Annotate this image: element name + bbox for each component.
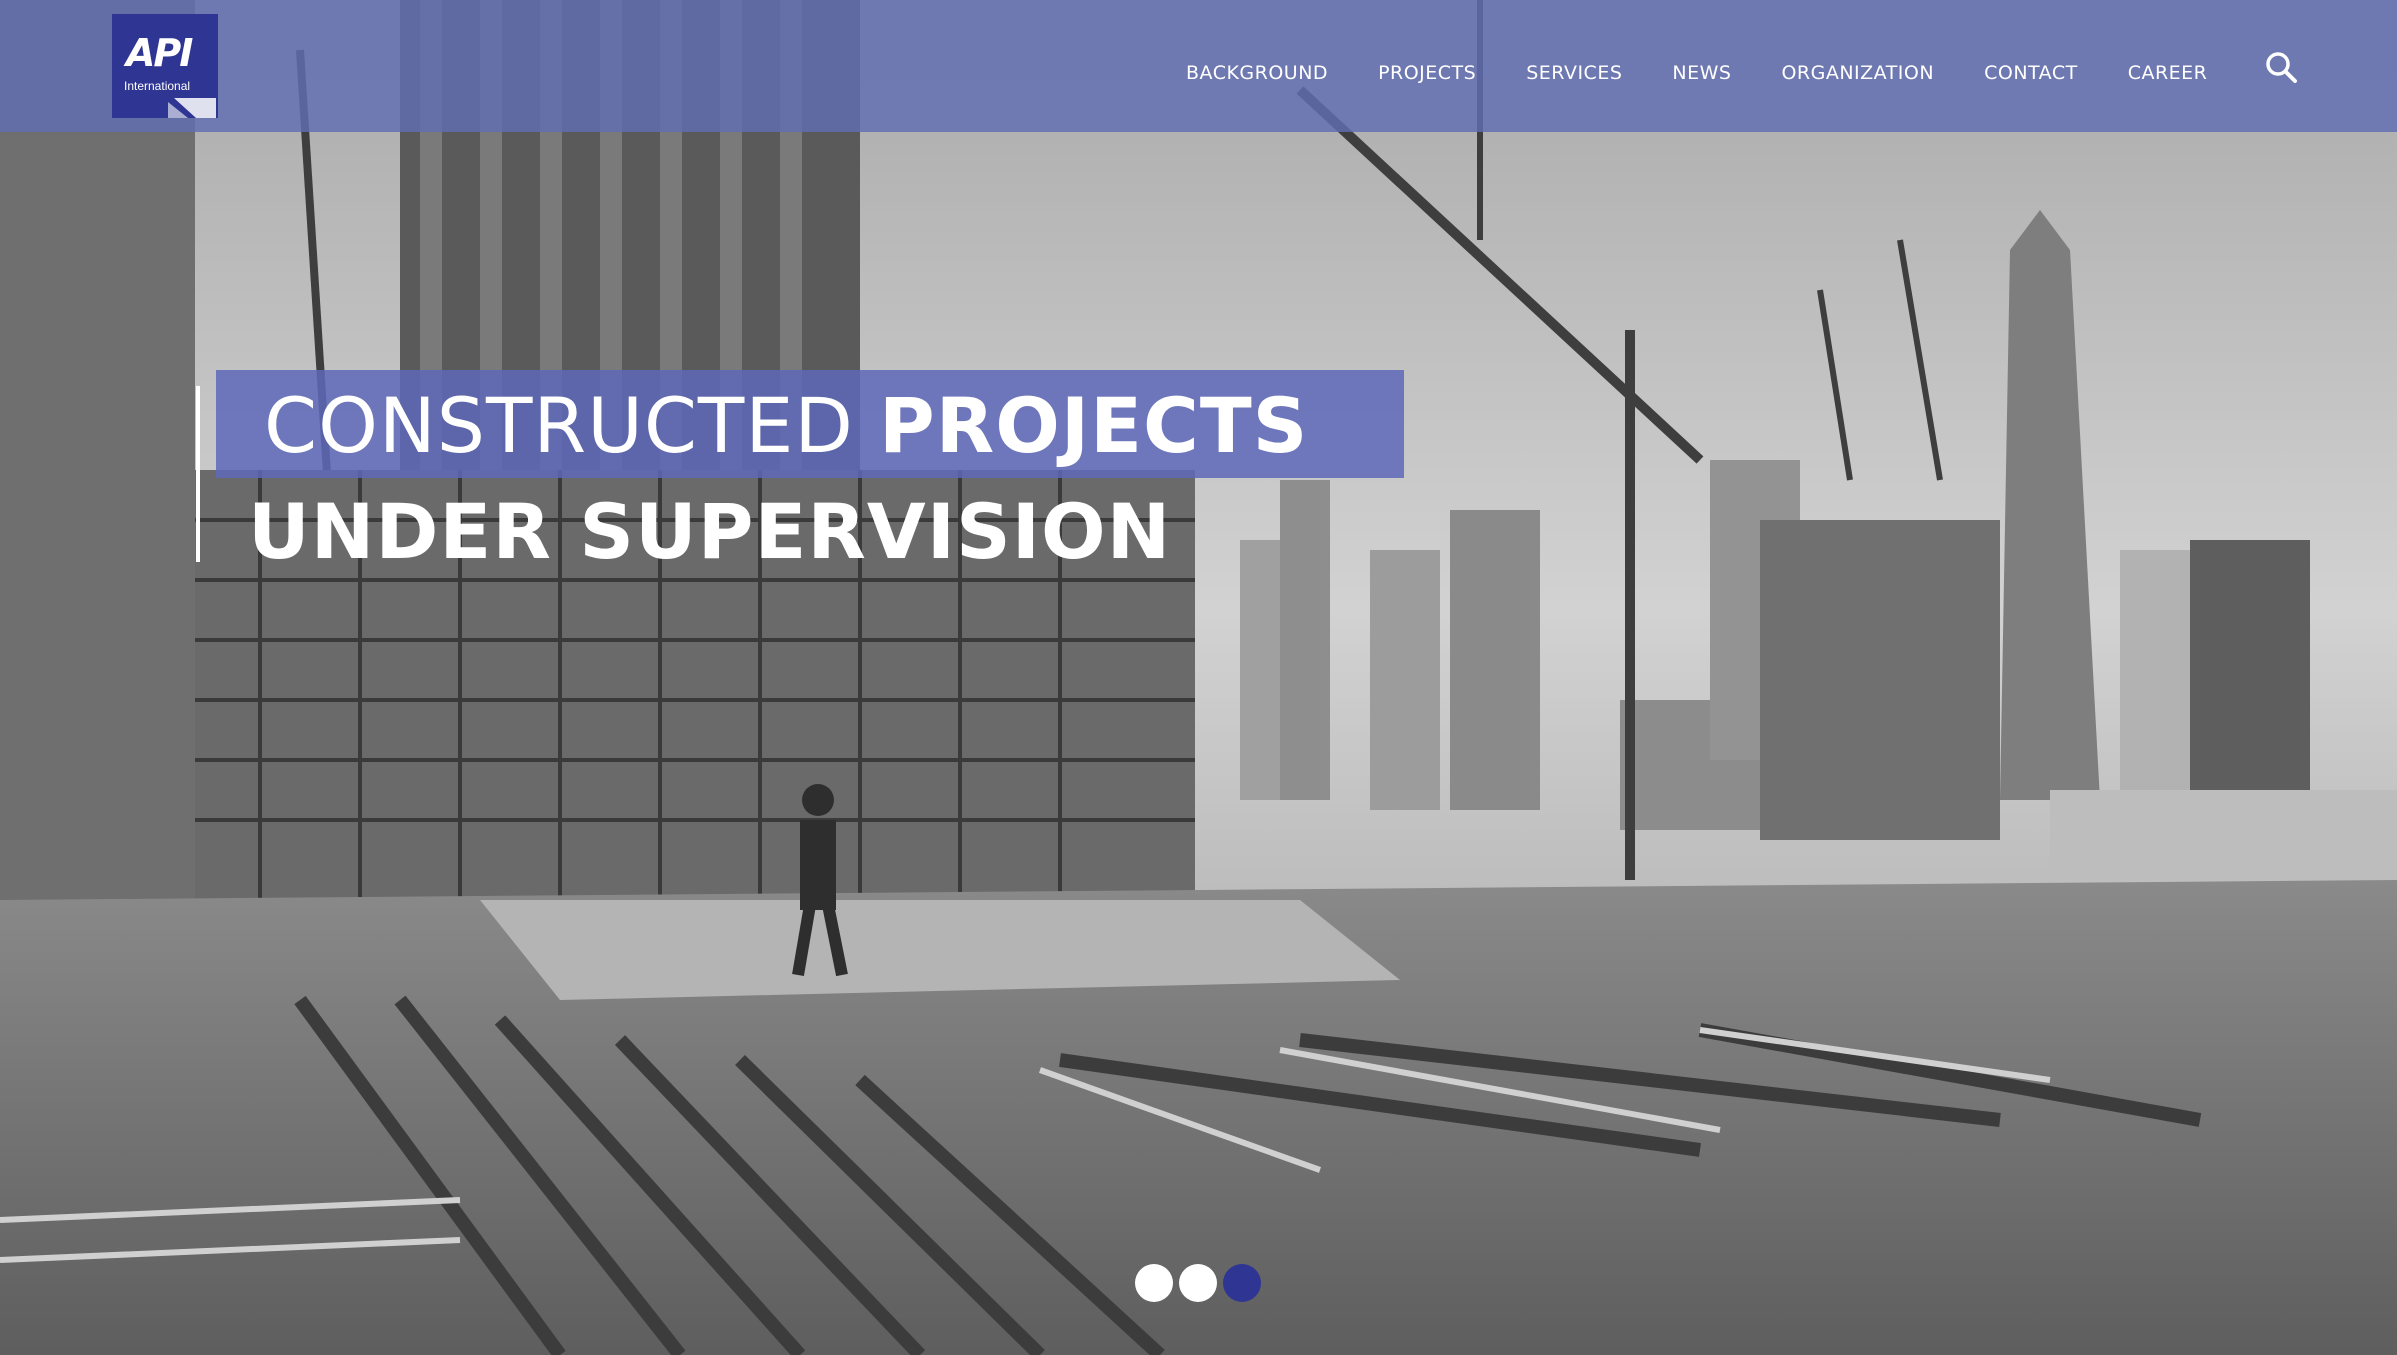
nav-services[interactable]: SERVICES bbox=[1526, 62, 1622, 84]
nav-contact[interactable]: CONTACT bbox=[1984, 62, 2078, 84]
hero-headline-line2: UNDER SUPERVISION bbox=[248, 487, 1172, 576]
slider-dot-1[interactable] bbox=[1135, 1264, 1173, 1302]
nav-projects[interactable]: PROJECTS bbox=[1378, 62, 1476, 84]
page: API International BACKGROUND PROJECTS SE… bbox=[0, 0, 2397, 1355]
headline-word-projects: PROJECTS bbox=[879, 381, 1309, 470]
slider-dot-2[interactable] bbox=[1179, 1264, 1217, 1302]
headline-accent-bar bbox=[196, 386, 200, 562]
slider-dot-3-active[interactable] bbox=[1223, 1264, 1261, 1302]
slider-dots bbox=[1135, 1264, 1267, 1302]
logo-triangle-icon bbox=[168, 98, 216, 118]
main-nav: BACKGROUND PROJECTS SERVICES NEWS ORGANI… bbox=[1186, 58, 2225, 88]
site-header: API International BACKGROUND PROJECTS SE… bbox=[0, 0, 2397, 132]
company-logo[interactable]: API International bbox=[112, 14, 218, 118]
nav-news[interactable]: NEWS bbox=[1672, 62, 1731, 84]
headline-word-constructed: CONSTRUCTED bbox=[264, 381, 880, 470]
hero-background-image bbox=[0, 0, 2397, 1355]
hero-headline-line1: CONSTRUCTED PROJECTS bbox=[264, 388, 1308, 464]
nav-background[interactable]: BACKGROUND bbox=[1186, 62, 1328, 84]
nav-organization[interactable]: ORGANIZATION bbox=[1781, 62, 1934, 84]
nav-career[interactable]: CAREER bbox=[2128, 62, 2208, 84]
search-icon[interactable] bbox=[2264, 50, 2298, 84]
